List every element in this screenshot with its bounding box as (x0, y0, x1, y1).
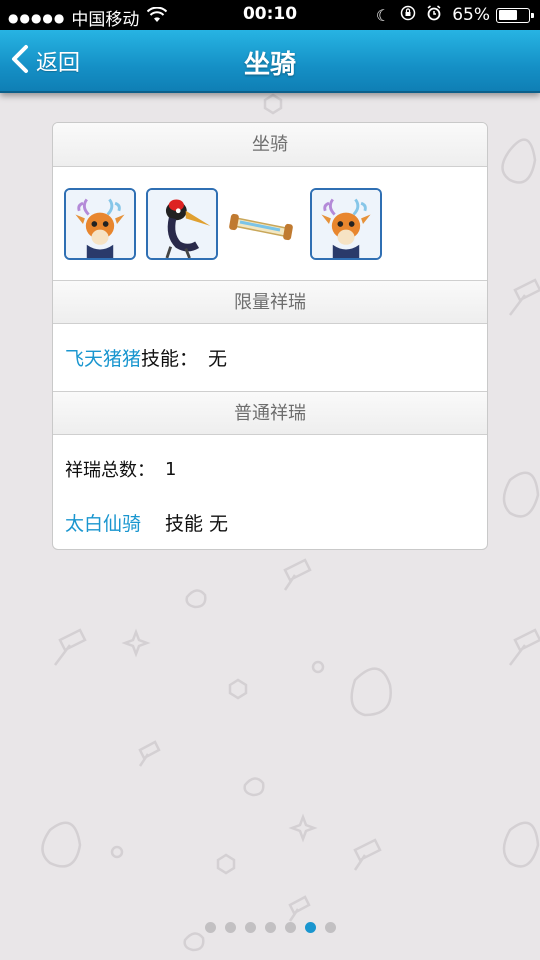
limited-skill-label: 技能： (141, 348, 199, 370)
page-title: 坐骑 (243, 50, 296, 80)
status-bar: ●●●●● 中国移动 00:10 ☾ 65% (0, 0, 540, 30)
limited-mount-link[interactable]: 飞天猪猪 (65, 344, 141, 371)
battery-percent: 65% (452, 5, 490, 25)
normal-count-label: 祥瑞总数： (65, 460, 155, 481)
mount-icons-row (53, 167, 487, 280)
deer-mount-icon[interactable] (64, 187, 136, 260)
normal-mount-row: 太白仙骑 技能 无 (65, 499, 475, 545)
normal-section-header: 普通祥瑞 (53, 391, 487, 435)
page-dot[interactable] (304, 922, 316, 933)
normal-count-value: 1 (165, 458, 177, 480)
normal-count-row: 祥瑞总数： 1 (65, 435, 475, 499)
page-indicator (0, 922, 540, 933)
limited-skill-value: 无 (208, 348, 228, 370)
normal-section-body: 祥瑞总数： 1 太白仙骑 技能 无 (53, 435, 487, 545)
navigation-bar: 返回 坐骑 (0, 30, 540, 93)
page-dot[interactable] (284, 922, 296, 933)
mount-info-card: 坐骑 限量祥瑞 飞天猪猪 技能： 无 普通祥瑞 祥瑞总数： 1 太白仙骑 技能 … (52, 122, 488, 550)
normal-mount-link[interactable]: 太白仙骑 (65, 509, 141, 536)
page-dot[interactable] (264, 922, 276, 933)
page-dot[interactable] (244, 922, 256, 933)
moon-icon: ☾ (375, 5, 391, 25)
page-dot[interactable] (224, 922, 236, 933)
limited-section-header: 限量祥瑞 (53, 280, 487, 324)
page-dot[interactable] (324, 922, 336, 933)
battery-icon (496, 7, 534, 23)
mounts-section-header: 坐骑 (53, 123, 487, 167)
scroll-item-icon[interactable] (228, 188, 300, 260)
alarm-icon (426, 5, 442, 25)
normal-skill-text: 技能 无 (165, 512, 229, 535)
page-dot[interactable] (204, 922, 216, 933)
crane-mount-icon[interactable] (146, 187, 218, 260)
limited-mount-row: 飞天猪猪 技能： 无 (53, 324, 487, 391)
orientation-lock-icon (400, 5, 416, 25)
deer-mount-icon[interactable] (310, 187, 382, 260)
battery-fill (498, 10, 518, 20)
